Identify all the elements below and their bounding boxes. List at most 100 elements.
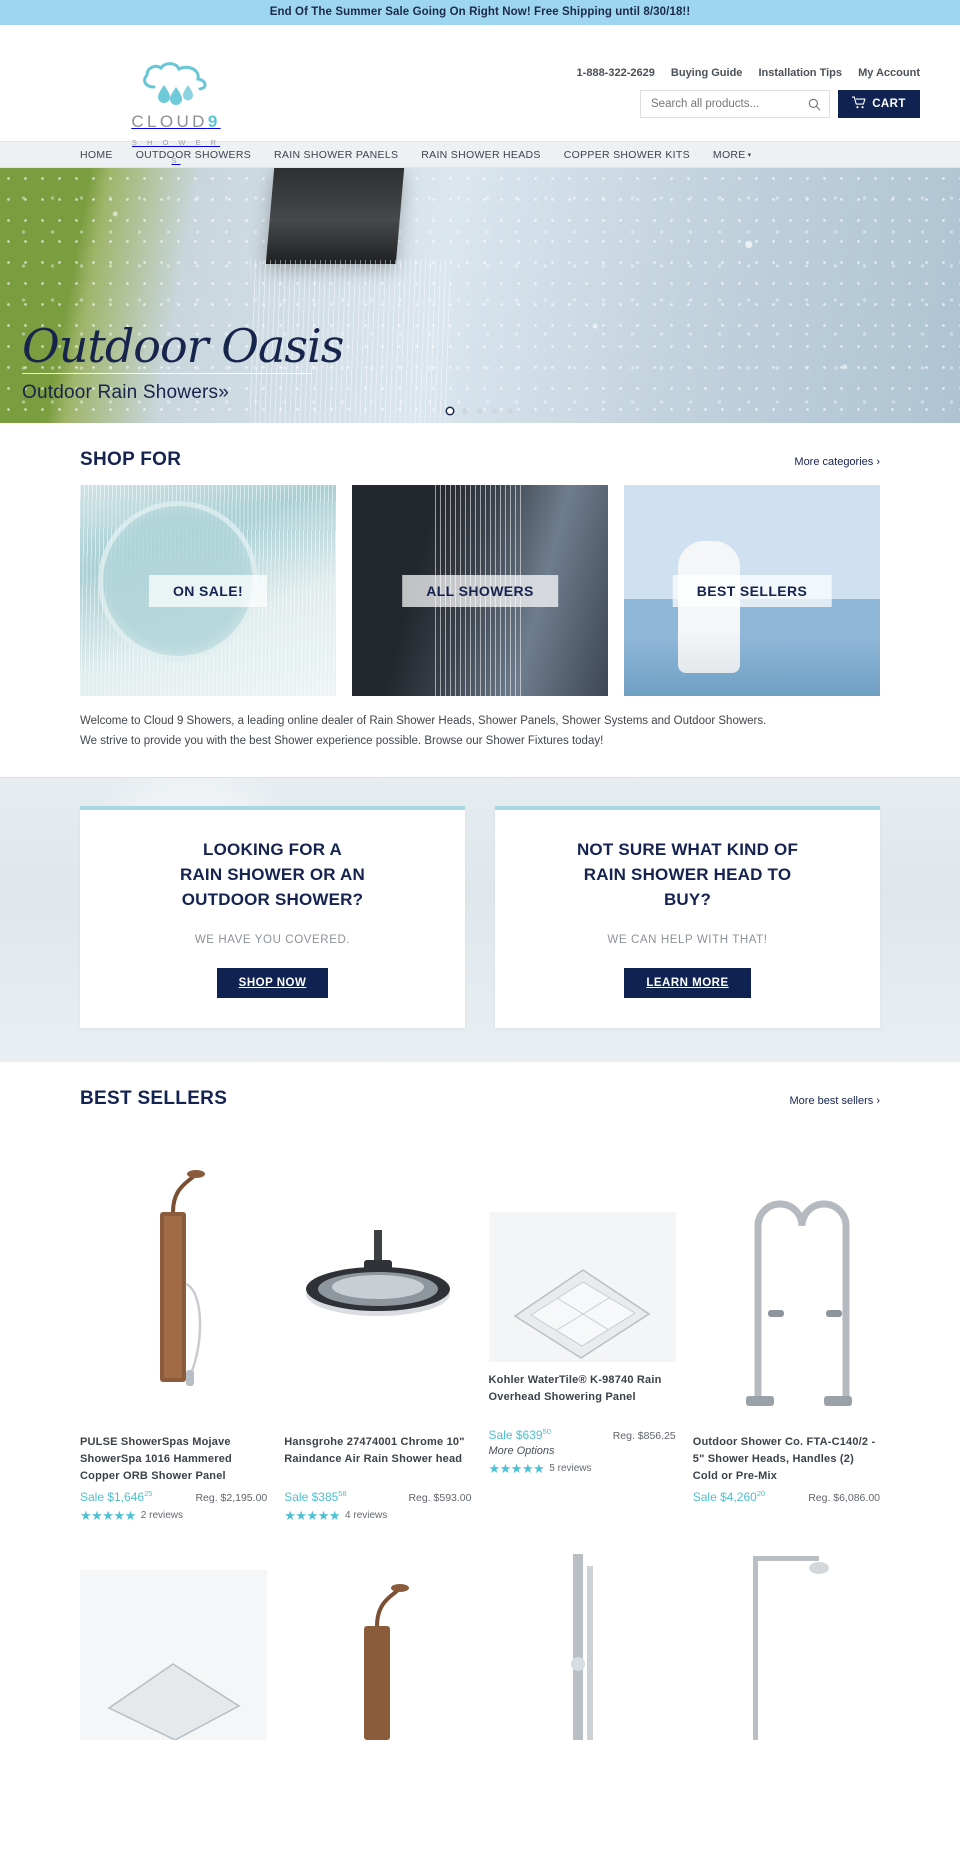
product-image[interactable] bbox=[284, 1124, 471, 1424]
header-right: 1-888-322-2629 Buying Guide Installation… bbox=[577, 67, 920, 118]
product-silhouette bbox=[753, 1556, 830, 1741]
product-image[interactable] bbox=[693, 1124, 880, 1424]
product-sale-price: Sale $1,64625 bbox=[80, 1489, 153, 1505]
product-regular-price: Reg. $856.25 bbox=[612, 1430, 676, 1443]
category-tile-all-showers[interactable]: ALL SHOWERS bbox=[352, 485, 608, 696]
product-grid: PULSE ShowerSpas Mojave ShowerSpa 1016 H… bbox=[80, 1124, 880, 1530]
link-installation-tips[interactable]: Installation Tips bbox=[758, 67, 842, 79]
product-title[interactable]: Outdoor Shower Co. FTA-C140/2 - 5" Showe… bbox=[693, 1434, 880, 1486]
product-card[interactable]: PULSE ShowerSpas Mojave ShowerSpa 1016 H… bbox=[80, 1124, 267, 1522]
promo-wrap: LOOKING FOR A RAIN SHOWER OR AN OUTDOOR … bbox=[80, 806, 880, 1029]
cart-button[interactable]: CART bbox=[838, 90, 920, 118]
carousel-dot-3[interactable] bbox=[477, 408, 483, 414]
welcome-line-1: Welcome to Cloud 9 Showers, a leading on… bbox=[80, 715, 767, 727]
best-sellers-section: BEST SELLERS More best sellers › PULSE S… bbox=[80, 1062, 880, 1741]
product-prices: Sale $1,64625 Reg. $2,195.00 bbox=[80, 1489, 267, 1504]
star-rating-icon: ★★★★★ bbox=[284, 1508, 341, 1524]
category-tile-label: ALL SHOWERS bbox=[402, 574, 558, 607]
carousel-dots bbox=[0, 408, 960, 414]
nav-item-home[interactable]: HOME bbox=[80, 149, 113, 161]
product-card[interactable]: Outdoor Shower Co. FTA-C140/2 - 5" Showe… bbox=[693, 1124, 880, 1522]
product-regular-price: Reg. $6,086.00 bbox=[808, 1492, 880, 1505]
announcement-text: End Of The Summer Sale Going On Right No… bbox=[269, 6, 691, 18]
logo-subtext: S H O W E R S bbox=[131, 138, 221, 165]
hero-subtitle-link[interactable]: Outdoor Rain Showers» bbox=[22, 382, 343, 404]
hero-carousel[interactable]: Outdoor Oasis Outdoor Rain Showers» bbox=[0, 168, 960, 423]
site-header: CLOUD9 S H O W E R S 1-888-322-2629 Buyi… bbox=[0, 25, 960, 165]
shop-for-section: SHOP FOR More categories › ON SALE! ALL … bbox=[80, 423, 880, 777]
shop-now-button[interactable]: SHOP NOW bbox=[216, 968, 329, 999]
product-regular-price: Reg. $2,195.00 bbox=[195, 1492, 268, 1505]
product-title[interactable]: Hansgrohe 27474001 Chrome 10" Raindance … bbox=[284, 1434, 471, 1486]
promo-heading-line-3: OUTDOOR SHOWER? bbox=[181, 889, 364, 909]
shop-for-title: SHOP FOR bbox=[80, 449, 182, 470]
product-card[interactable] bbox=[489, 1530, 676, 1741]
more-categories-link[interactable]: More categories › bbox=[794, 456, 880, 468]
promo-subtext: WE CAN HELP WITH THAT! bbox=[607, 934, 768, 947]
nav-item-copper-shower-kits[interactable]: COPPER SHOWER KITS bbox=[564, 149, 690, 161]
product-review-count[interactable]: 4 reviews bbox=[345, 1510, 387, 1521]
promo-heading-line-1: NOT SURE WHAT KIND OF bbox=[576, 840, 799, 860]
product-card[interactable] bbox=[284, 1530, 471, 1741]
product-card[interactable] bbox=[693, 1530, 880, 1741]
product-title[interactable]: Kohler WaterTile® K-98740 Rain Overhead … bbox=[489, 1372, 676, 1424]
nav-item-rain-shower-heads[interactable]: RAIN SHOWER HEADS bbox=[421, 149, 540, 161]
category-tile-best-sellers[interactable]: BEST SELLERS bbox=[624, 485, 880, 696]
product-rating: ★★★★★ 5 reviews bbox=[489, 1462, 676, 1475]
product-sale-price: Sale $38558 bbox=[284, 1489, 347, 1505]
promo-heading-line-2: RAIN SHOWER HEAD TO bbox=[583, 864, 792, 884]
product-image[interactable] bbox=[80, 1124, 267, 1424]
star-rating-icon: ★★★★★ bbox=[488, 1461, 545, 1477]
learn-more-button[interactable]: LEARN MORE bbox=[624, 968, 751, 999]
product-card[interactable]: Kohler WaterTile® K-98740 Rain Overhead … bbox=[488, 1124, 676, 1522]
promo-heading-line-2: RAIN SHOWER OR AN bbox=[179, 864, 366, 884]
carousel-dot-4[interactable] bbox=[492, 408, 498, 414]
cloud-raindrops-icon bbox=[126, 61, 226, 112]
nav-item-rain-shower-panels[interactable]: RAIN SHOWER PANELS bbox=[274, 149, 398, 161]
product-prices: Sale $63950 Reg. $856.25 bbox=[489, 1427, 676, 1442]
product-prices: Sale $4,26020 Reg. $6,086.00 bbox=[693, 1489, 880, 1504]
promo-heading: LOOKING FOR A RAIN SHOWER OR AN OUTDOOR … bbox=[102, 838, 443, 912]
carousel-dot-1[interactable] bbox=[447, 408, 453, 414]
search-input[interactable] bbox=[651, 98, 808, 110]
search-box[interactable] bbox=[640, 90, 830, 118]
welcome-paragraph: Welcome to Cloud 9 Showers, a leading on… bbox=[80, 696, 880, 777]
category-tile-label: BEST SELLERS bbox=[672, 574, 832, 607]
carousel-dot-2[interactable] bbox=[462, 408, 468, 414]
product-more-options-link[interactable]: More Options bbox=[489, 1445, 676, 1457]
promo-card-shop: LOOKING FOR A RAIN SHOWER OR AN OUTDOOR … bbox=[80, 806, 465, 1029]
utility-links: 1-888-322-2629 Buying Guide Installation… bbox=[577, 67, 920, 79]
nav-item-more[interactable]: MORE ▾ bbox=[713, 149, 752, 161]
more-best-sellers-link[interactable]: More best sellers › bbox=[790, 1095, 880, 1107]
product-image[interactable] bbox=[488, 1212, 676, 1363]
star-rating-icon: ★★★★★ bbox=[80, 1508, 136, 1524]
product-card[interactable] bbox=[80, 1530, 268, 1741]
promo-heading-line-1: LOOKING FOR A bbox=[203, 840, 342, 860]
cart-icon bbox=[852, 96, 866, 112]
category-tile-label: ON SALE! bbox=[148, 574, 268, 607]
promo-heading-line-3: BUY? bbox=[663, 889, 712, 909]
logo-wordmark: CLOUD9 bbox=[131, 112, 221, 131]
product-title[interactable]: PULSE ShowerSpas Mojave ShowerSpa 1016 H… bbox=[80, 1434, 267, 1486]
phone-number[interactable]: 1-888-322-2629 bbox=[577, 67, 655, 79]
site-logo[interactable]: CLOUD9 S H O W E R S bbox=[126, 61, 226, 168]
product-grid-row-2 bbox=[80, 1530, 880, 1741]
category-tile-on-sale[interactable]: ON SALE! bbox=[80, 485, 336, 696]
search-icon[interactable] bbox=[808, 98, 821, 111]
product-sale-price: Sale $63950 bbox=[488, 1427, 551, 1443]
product-silhouette bbox=[571, 1554, 594, 1741]
product-card[interactable]: Hansgrohe 27474001 Chrome 10" Raindance … bbox=[284, 1124, 472, 1522]
product-silhouette bbox=[363, 1584, 409, 1741]
link-my-account[interactable]: My Account bbox=[858, 67, 920, 79]
best-sellers-header: BEST SELLERS More best sellers › bbox=[80, 1062, 880, 1124]
product-rating: ★★★★★ 4 reviews bbox=[284, 1509, 471, 1522]
hero-text-block: Outdoor Oasis Outdoor Rain Showers» bbox=[22, 319, 344, 404]
product-review-count[interactable]: 2 reviews bbox=[141, 1510, 183, 1521]
link-buying-guide[interactable]: Buying Guide bbox=[671, 67, 743, 79]
welcome-line-2: We strive to provide you with the best S… bbox=[80, 735, 604, 748]
carousel-dot-5[interactable] bbox=[507, 408, 513, 414]
product-silhouette bbox=[107, 1663, 241, 1741]
product-regular-price: Reg. $593.00 bbox=[408, 1492, 472, 1505]
hero-script-title: Outdoor Oasis bbox=[22, 319, 344, 373]
product-review-count[interactable]: 5 reviews bbox=[549, 1463, 591, 1474]
